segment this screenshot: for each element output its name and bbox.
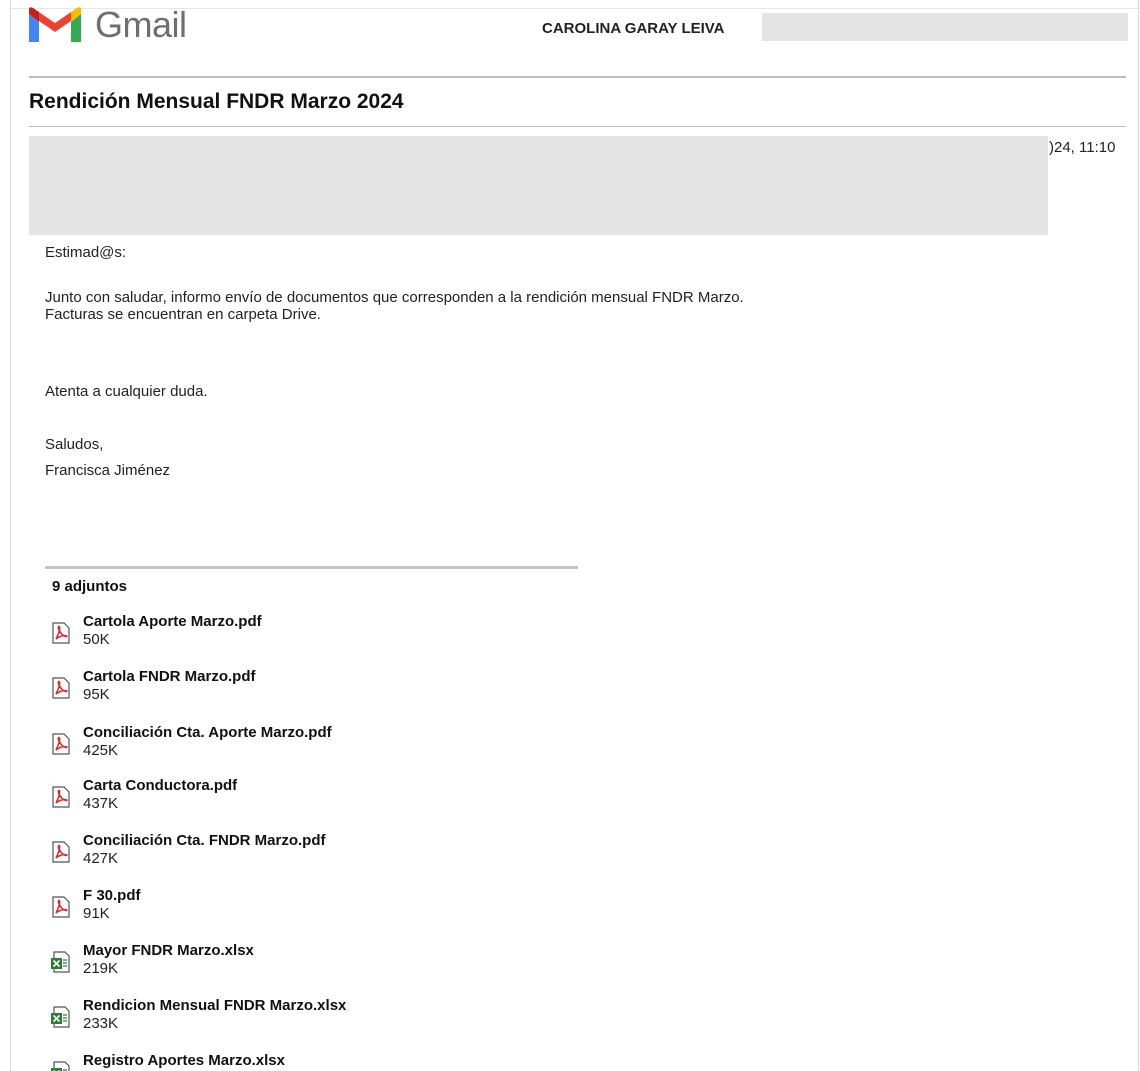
attachment-name[interactable]: Carta Conductora.pdf [83,777,237,794]
attachment-size: 437K [83,795,119,812]
body-closing: Atenta a cualquier duda. [45,383,208,400]
attachments-divider [45,566,578,569]
pdf-icon [52,622,70,644]
attachment-item[interactable]: Conciliación Cta. Aporte Marzo.pdf 425K [49,724,469,768]
gmail-logo-icon [29,7,81,42]
email-subject: Rendición Mensual FNDR Marzo 2024 [29,90,404,113]
pdf-icon [52,677,70,699]
attachment-name[interactable]: F 30.pdf [83,887,141,904]
spreadsheet-icon [51,1061,70,1071]
attachment-size: 233K [83,1015,119,1032]
body-paragraph-line-1: Junto con saludar, informo envío de docu… [45,289,744,306]
page-border-left [10,0,11,1071]
account-name: CAROLINA GARAY LEIVA [542,20,725,37]
attachments-count: 9 adjuntos [52,578,128,595]
attachment-name[interactable]: Registro Aportes Marzo.xlsx [83,1052,285,1069]
header-divider [29,76,1126,78]
attachment-size: 219K [83,960,119,977]
subject-divider [29,126,1126,127]
spreadsheet-icon [51,951,70,973]
redacted-sender-info [29,136,1048,235]
spreadsheet-icon [51,1006,70,1028]
pdf-icon [52,786,70,808]
body-signature: Francisca Jiménez [45,462,171,479]
attachment-item[interactable]: Cartola Aporte Marzo.pdf 50K [49,613,469,657]
gmail-logo-text: Gmail [95,4,187,45]
attachment-name[interactable]: Cartola Aporte Marzo.pdf [83,613,262,630]
attachment-name[interactable]: Conciliación Cta. Aporte Marzo.pdf [83,724,332,741]
attachment-item[interactable]: Cartola FNDR Marzo.pdf 95K [49,668,469,712]
attachment-item[interactable]: F 30.pdf 91K [49,887,469,931]
attachment-item[interactable]: Rendicion Mensual FNDR Marzo.xlsx 233K [49,997,469,1041]
pdf-icon [52,733,70,755]
attachment-name[interactable]: Cartola FNDR Marzo.pdf [83,668,256,685]
attachment-size: 91K [83,905,110,922]
pdf-icon [52,841,70,863]
page-border-right [1138,0,1139,1071]
redacted-account-email [762,13,1128,41]
attachment-item[interactable]: Conciliación Cta. FNDR Marzo.pdf 427K [49,832,469,876]
body-greeting: Estimad@s: [45,244,127,261]
attachment-size: 425K [83,742,119,759]
attachment-item[interactable]: Carta Conductora.pdf 437K [49,777,469,821]
pdf-icon [52,896,70,918]
body-paragraph-line-2: Facturas se encuentran en carpeta Drive. [45,306,321,323]
attachment-size: 427K [83,850,119,867]
body-signoff: Saludos, [45,436,104,453]
attachment-item[interactable]: Mayor FNDR Marzo.xlsx 219K [49,942,469,986]
attachment-name[interactable]: Conciliación Cta. FNDR Marzo.pdf [83,832,326,849]
attachment-item[interactable]: Registro Aportes Marzo.xlsx [49,1052,469,1071]
attachment-size: 50K [83,631,110,648]
attachment-size: 95K [83,686,110,703]
attachment-name[interactable]: Mayor FNDR Marzo.xlsx [83,942,254,959]
email-date: )24, 11:10 [1049,139,1116,156]
attachment-name[interactable]: Rendicion Mensual FNDR Marzo.xlsx [83,997,346,1014]
